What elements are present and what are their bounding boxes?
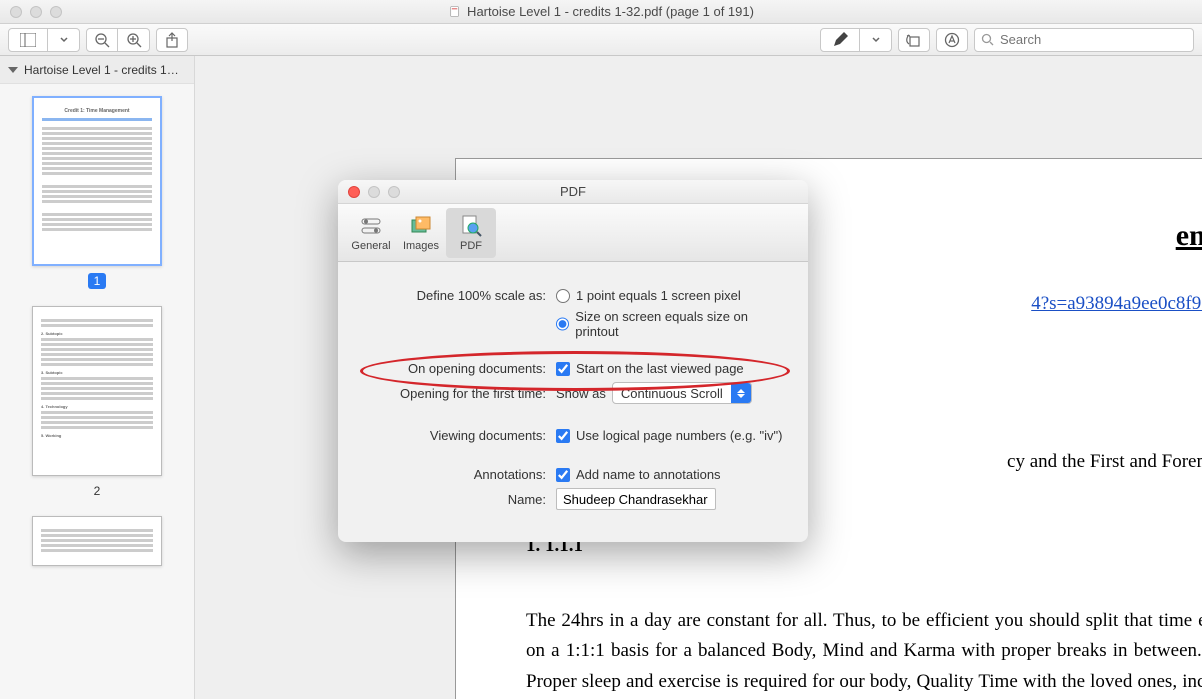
zoom-window-icon[interactable] [50,6,62,18]
view-mode-button[interactable] [8,28,48,52]
pdf-file-icon [448,5,461,18]
label-show-as: Show as [556,386,606,401]
prefs-title: PDF [560,184,586,199]
thumbnail-page-2[interactable]: 2. Subtopic 3. Subtopic 4. Technology 5.… [32,306,162,498]
sidebar-header[interactable]: Hartoise Level 1 - credits 1… [0,56,194,84]
markup-dropdown[interactable] [860,28,892,52]
document-paragraph: The 24hrs in a day are constant for all.… [526,606,1202,699]
thumbnail-page-number: 2 [88,483,107,499]
label-define-scale: Define 100% scale as: [362,288,556,303]
prefs-titlebar: PDF [338,180,808,204]
document-hyperlink[interactable]: 4?s=a93894a9ee0c8f96f86c9 [1031,293,1202,315]
rotate-icon [906,32,922,48]
checkbox-start-last-viewed[interactable]: Start on the last viewed page [556,361,744,376]
select-show-as[interactable]: Continuous Scroll [612,382,752,404]
zoom-out-icon [94,32,110,48]
markup-toolbar-icon [944,32,960,48]
sidebar-icon [20,33,36,47]
window-title: Hartoise Level 1 - credits 1-32.pdf (pag… [448,4,754,19]
zoom-in-icon [126,32,142,48]
thumbnail-list[interactable]: Credit 1: Time Management 1 2. Subtopic … [0,84,194,699]
pen-icon [832,32,848,48]
label-on-opening: On opening documents: [362,361,556,376]
search-input[interactable] [1000,32,1187,47]
share-button[interactable] [156,28,188,52]
chevron-down-icon [872,37,880,43]
thumbnail-sidebar: Hartoise Level 1 - credits 1… Credit 1: … [0,56,195,699]
input-annotation-name[interactable] [556,488,716,510]
close-dialog-icon[interactable] [348,186,360,198]
prefs-tabs: General Images PDF [338,204,808,262]
checkbox-add-name[interactable]: Add name to annotations [556,467,721,482]
toolbar [0,24,1202,56]
radio-scale-point[interactable]: 1 point equals 1 screen pixel [556,288,741,303]
window-titlebar: Hartoise Level 1 - credits 1-32.pdf (pag… [0,0,1202,24]
minimize-dialog-icon [368,186,380,198]
label-viewing: Viewing documents: [362,428,556,443]
pdf-magnify-icon [459,214,483,238]
images-icon [409,214,433,238]
label-first-time: Opening for the first time: [362,386,556,401]
view-mode-dropdown[interactable] [48,28,80,52]
prefs-tab-general[interactable]: General [346,208,396,258]
zoom-in-button[interactable] [118,28,150,52]
markup-button[interactable] [820,28,860,52]
thumbnail-page-3[interactable] [32,516,162,566]
select-arrows-icon [731,383,751,403]
rotate-button[interactable] [898,28,930,52]
window-traffic-lights [0,6,62,18]
checkbox-logical-pages[interactable]: Use logical page numbers (e.g. "iv") [556,428,783,443]
zoom-dialog-icon [388,186,400,198]
close-window-icon[interactable] [10,6,22,18]
search-icon [981,33,994,46]
preferences-dialog: PDF General Images PDF Define 100% scale… [338,180,808,542]
window-title-text: Hartoise Level 1 - credits 1-32.pdf (pag… [467,4,754,19]
prefs-tab-images[interactable]: Images [396,208,446,258]
chevron-down-icon [60,37,68,43]
switches-icon [359,214,383,238]
radio-scale-printout[interactable]: Size on screen equals size on printout [556,309,784,339]
thumbnail-page-1[interactable]: Credit 1: Time Management 1 [32,96,162,288]
sidebar-doc-title: Hartoise Level 1 - credits 1… [24,63,179,77]
prefs-tab-pdf[interactable]: PDF [446,208,496,258]
thumbnail-page-number: 1 [88,273,107,289]
label-annotations: Annotations: [362,467,556,482]
share-icon [165,32,179,48]
disclosure-triangle-icon[interactable] [8,67,18,73]
toolbar-search[interactable] [974,28,1194,52]
minimize-window-icon[interactable] [30,6,42,18]
edit-button[interactable] [936,28,968,52]
label-name: Name: [362,492,556,507]
zoom-out-button[interactable] [86,28,118,52]
